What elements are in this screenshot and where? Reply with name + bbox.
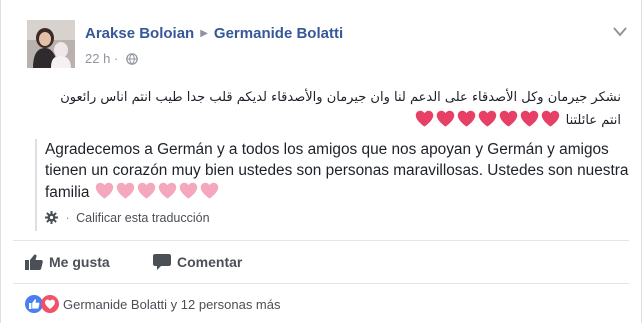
post-header: Arakse Boloian ▶ Germanide Bolatti 22 h · [27,14,627,68]
heart-icon [415,109,434,136]
heart-icon [436,109,455,136]
author-name[interactable]: Arakse Boloian [85,25,194,42]
avatar[interactable] [27,20,75,68]
gear-icon[interactable] [45,211,58,227]
avatar-photo-icon [27,20,75,68]
reactions-text: Germanide Bolatti y 12 personas más [63,297,281,312]
translation-block: Agradecemos a Germán y a todos los amigo… [35,139,629,231]
rate-separator: · [65,211,70,225]
heart-icon [158,181,177,206]
arrow-right-icon: ▶ [200,28,208,39]
comment-label: Comentar [177,254,243,270]
heart-icon [95,181,114,206]
action-bar: Me gusta Comentar [13,240,629,284]
heart-icon [541,109,560,136]
time-separator: · [113,51,119,66]
target-name[interactable]: Germanide Bolatti [214,25,343,42]
heart-icon [116,181,135,206]
comment-icon [153,254,171,270]
comment-button[interactable]: Comentar [153,254,242,270]
rate-translation-link[interactable]: Calificar esta traducción [76,211,209,225]
like-label: Me gusta [49,254,110,270]
reactions-summary[interactable]: Germanide Bolatti y 12 personas más [25,295,281,313]
heart-icon [457,109,476,136]
heart-icon [499,109,518,136]
thumbs-up-icon [25,254,43,270]
globe-icon[interactable] [126,53,138,68]
post-text-original: نشكر جيرمان وكل الأصدقاء على الدعم لنا و… [37,87,621,136]
chevron-down-icon[interactable] [613,24,627,42]
heart-icon [200,181,219,206]
post-card: Arakse Boloian ▶ Germanide Bolatti 22 h · … [0,0,642,323]
post-time[interactable]: 22 h [85,51,110,66]
heart-icon [478,109,497,136]
heart-row [414,110,561,128]
heart-icon [520,109,539,136]
like-button[interactable]: Me gusta [25,254,110,270]
heart-icon [137,181,156,206]
post-meta: 22 h · [85,51,138,68]
love-reaction-icon [41,295,59,316]
post-names: Arakse Boloian ▶ Germanide Bolatti [85,25,343,42]
translation-text: Agradecemos a Germán y a todos los amigo… [45,139,629,206]
heart-row [94,182,220,201]
heart-icon [179,181,198,206]
rate-translation: · Calificar esta traducción [45,211,629,227]
